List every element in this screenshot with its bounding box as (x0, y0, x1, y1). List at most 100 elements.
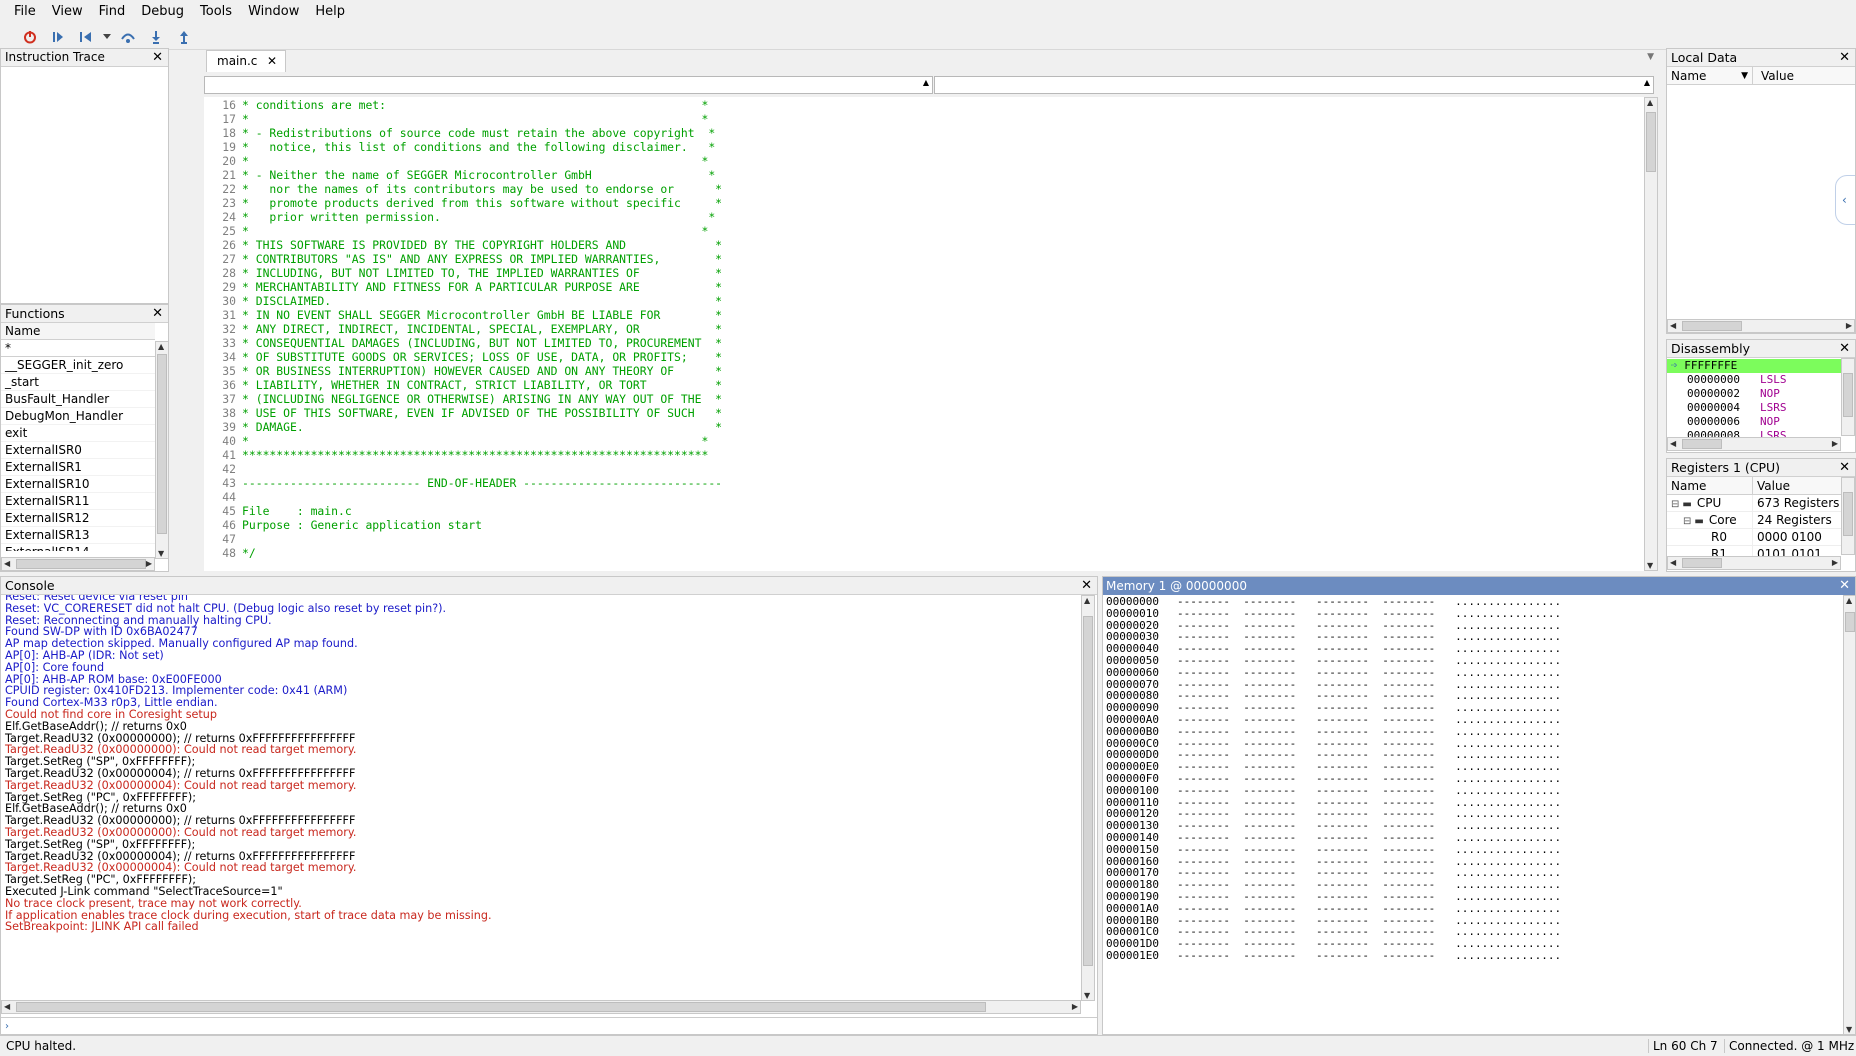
run-icon[interactable] (46, 26, 70, 48)
close-tab-icon[interactable]: ✕ (267, 51, 277, 71)
code-line: 22 * nor the names of its contributors ma… (204, 182, 722, 196)
vertical-scrollbar[interactable]: ▲ ▼ (155, 341, 168, 559)
console-line: Target.ReadU32 (0x00000000): Could not r… (5, 825, 357, 839)
menu-help[interactable]: Help (307, 0, 353, 24)
memory-row[interactable]: 00000050 -------- -------- -------- -----… (1103, 655, 1839, 667)
code-editor[interactable]: 16 * conditions are met: * 17 * * 18 * - Redi… (204, 97, 1644, 571)
function-item[interactable]: ExternalISR1 (1, 459, 155, 476)
line-number: 46 (222, 518, 236, 532)
function-item[interactable]: _start (1, 374, 155, 391)
memory-row[interactable]: 00000150 -------- -------- -------- -----… (1103, 843, 1839, 856)
disassembly-row[interactable]: 00000004 LSRS (1667, 401, 1841, 415)
code-text: * (INCLUDING NEGLIGENCE OR OTHERWISE) AR… (242, 392, 723, 406)
register-row[interactable]: R0 0000 0100 (1667, 529, 1841, 546)
connection-status: Connected. @ 1 MHz (1724, 1039, 1854, 1053)
chevron-down-icon[interactable]: ▼ (1647, 52, 1654, 62)
console-line: Target.ReadU32 (0x00000004); // returns … (5, 766, 356, 780)
code-line: 28 * INCLUDING, BUT NOT LIMITED TO, THE I… (204, 266, 722, 280)
memory-row[interactable]: 00000140 -------- -------- -------- -----… (1103, 832, 1839, 844)
function-item[interactable]: ExternalISR13 (1, 527, 155, 544)
step-over-icon[interactable] (116, 26, 140, 48)
vertical-scrollbar[interactable]: ▲ ▼ (1843, 595, 1855, 1034)
tab-main-c[interactable]: main.c ✕ (206, 50, 286, 72)
memory-row[interactable]: 000001E0 -------- -------- -------- -----… (1103, 950, 1839, 962)
menu-debug[interactable]: Debug (133, 0, 192, 24)
menu-window[interactable]: Window (240, 0, 307, 24)
close-icon[interactable]: ✕ (152, 305, 163, 322)
close-icon[interactable]: ✕ (152, 49, 163, 66)
dropdown-icon[interactable] (102, 26, 112, 48)
function-item[interactable]: __SEGGER_init_zero (1, 357, 155, 374)
reset-icon[interactable] (74, 26, 98, 48)
memory-cells: -------- -------- -------- -------- ....… (1176, 901, 1562, 915)
power-icon[interactable] (18, 26, 42, 48)
menu-find[interactable]: Find (91, 0, 134, 24)
current-instruction-row[interactable]: ➩ FFFFFFFE (1667, 359, 1841, 373)
disassembly-row[interactable]: 00000002 NOP (1667, 387, 1841, 401)
collapse-panel-icon[interactable]: ‹ (1835, 175, 1855, 225)
code-line: 16 * conditions are met: * (204, 98, 722, 112)
vertical-scrollbar[interactable] (1841, 358, 1855, 436)
vertical-scrollbar[interactable] (1841, 477, 1855, 555)
menu-tools[interactable]: Tools (192, 0, 240, 24)
column-header-name[interactable]: Name (1, 323, 155, 340)
close-icon[interactable]: ✕ (1081, 577, 1092, 594)
memory-row[interactable]: 000000A0 -------- -------- -------- -----… (1103, 714, 1839, 726)
register-row[interactable]: ⊟ ▬ CPU 673 Registers (1667, 495, 1841, 512)
function-item[interactable]: ExternalISR10 (1, 476, 155, 493)
function-item[interactable]: ExternalISR12 (1, 510, 155, 527)
register-row[interactable]: ⊟ ▬ Core 24 Registers (1667, 512, 1841, 529)
horizontal-scrollbar[interactable]: ◀ ▶ (1667, 319, 1855, 333)
function-item[interactable]: ExternalISR11 (1, 493, 155, 510)
column-header-value[interactable]: Value (1753, 477, 1790, 494)
function-item[interactable]: BusFault_Handler (1, 391, 155, 408)
disassembly-opcode: LSRS (1759, 401, 1787, 414)
code-text: * ANY DIRECT, INDIRECT, INCIDENTAL, SPEC… (242, 322, 723, 336)
function-item[interactable]: exit (1, 425, 155, 442)
collapse-toggle-icon[interactable]: ⊟ (1671, 499, 1679, 510)
memory-row[interactable]: 000001A0 -------- -------- -------- -----… (1103, 901, 1839, 915)
memory-rows[interactable]: 00000000 -------- -------- -------- -----… (1103, 596, 1839, 962)
horizontal-scrollbar[interactable]: ◀ ▶ (1667, 437, 1841, 451)
disassembly-address: 00000004 (1687, 401, 1740, 414)
menu-view[interactable]: View (44, 0, 91, 24)
disassembly-row[interactable]: 00000006 NOP (1667, 415, 1841, 429)
line-number: 27 (222, 252, 236, 266)
menu-file[interactable]: File (6, 0, 44, 24)
close-icon[interactable]: ✕ (1839, 49, 1850, 66)
memory-row[interactable]: 000000B0 -------- -------- -------- -----… (1103, 725, 1839, 738)
horizontal-scrollbar[interactable]: ◀ ▶ (1, 557, 155, 571)
close-icon[interactable]: ✕ (1839, 577, 1850, 595)
scope-selector[interactable]: ▲ (204, 76, 933, 94)
function-item[interactable]: ExternalISR0 (1, 442, 155, 459)
close-icon[interactable]: ✕ (1839, 459, 1850, 476)
code-text: * LIABILITY, WHETHER IN CONTRACT, STRICT… (242, 378, 723, 392)
vertical-scrollbar[interactable]: ▲ ▼ (1081, 595, 1095, 1001)
memory-row[interactable]: 00000060 -------- -------- -------- -----… (1103, 666, 1839, 679)
step-into-icon[interactable] (144, 26, 168, 48)
memory-row[interactable]: 000000F0 -------- -------- -------- -----… (1103, 773, 1839, 785)
code-line: 20 * * (204, 154, 722, 168)
chevron-down-icon: ▲ (922, 78, 929, 87)
function-filter-input[interactable]: * (1, 340, 155, 357)
memory-row[interactable]: 00000010 -------- -------- -------- -----… (1103, 606, 1839, 620)
column-header-value[interactable]: Value (1753, 67, 1794, 84)
horizontal-scrollbar[interactable]: ◀ ▶ (1, 1000, 1081, 1014)
function-selector[interactable]: ▲ (934, 76, 1654, 94)
disassembly-row[interactable]: 00000000 LSLS (1667, 373, 1841, 387)
step-out-icon[interactable] (172, 26, 196, 48)
memory-cells: -------- -------- -------- -------- ....… (1176, 948, 1562, 962)
command-input[interactable]: › (1, 1017, 1097, 1034)
column-header-name[interactable]: Name ▼ (1667, 67, 1753, 84)
console-line: No trace clock present, trace may not wo… (5, 896, 302, 910)
collapse-toggle-icon[interactable]: ⊟ (1683, 516, 1691, 527)
function-item[interactable]: ExternalISR14 (1, 544, 155, 551)
memory-cells: -------- -------- -------- -------- ....… (1176, 606, 1562, 620)
close-icon[interactable]: ✕ (1839, 340, 1850, 357)
memory-row[interactable]: 00000100 -------- -------- -------- -----… (1103, 784, 1839, 797)
column-header-name[interactable]: Name (1667, 477, 1753, 494)
horizontal-scrollbar[interactable]: ◀ ▶ (1667, 556, 1841, 570)
function-item[interactable]: DebugMon_Handler (1, 408, 155, 425)
editor-vertical-scrollbar[interactable]: ▲ ▼ (1644, 97, 1658, 571)
memory-row[interactable]: 00000190 -------- -------- -------- -----… (1103, 891, 1839, 903)
